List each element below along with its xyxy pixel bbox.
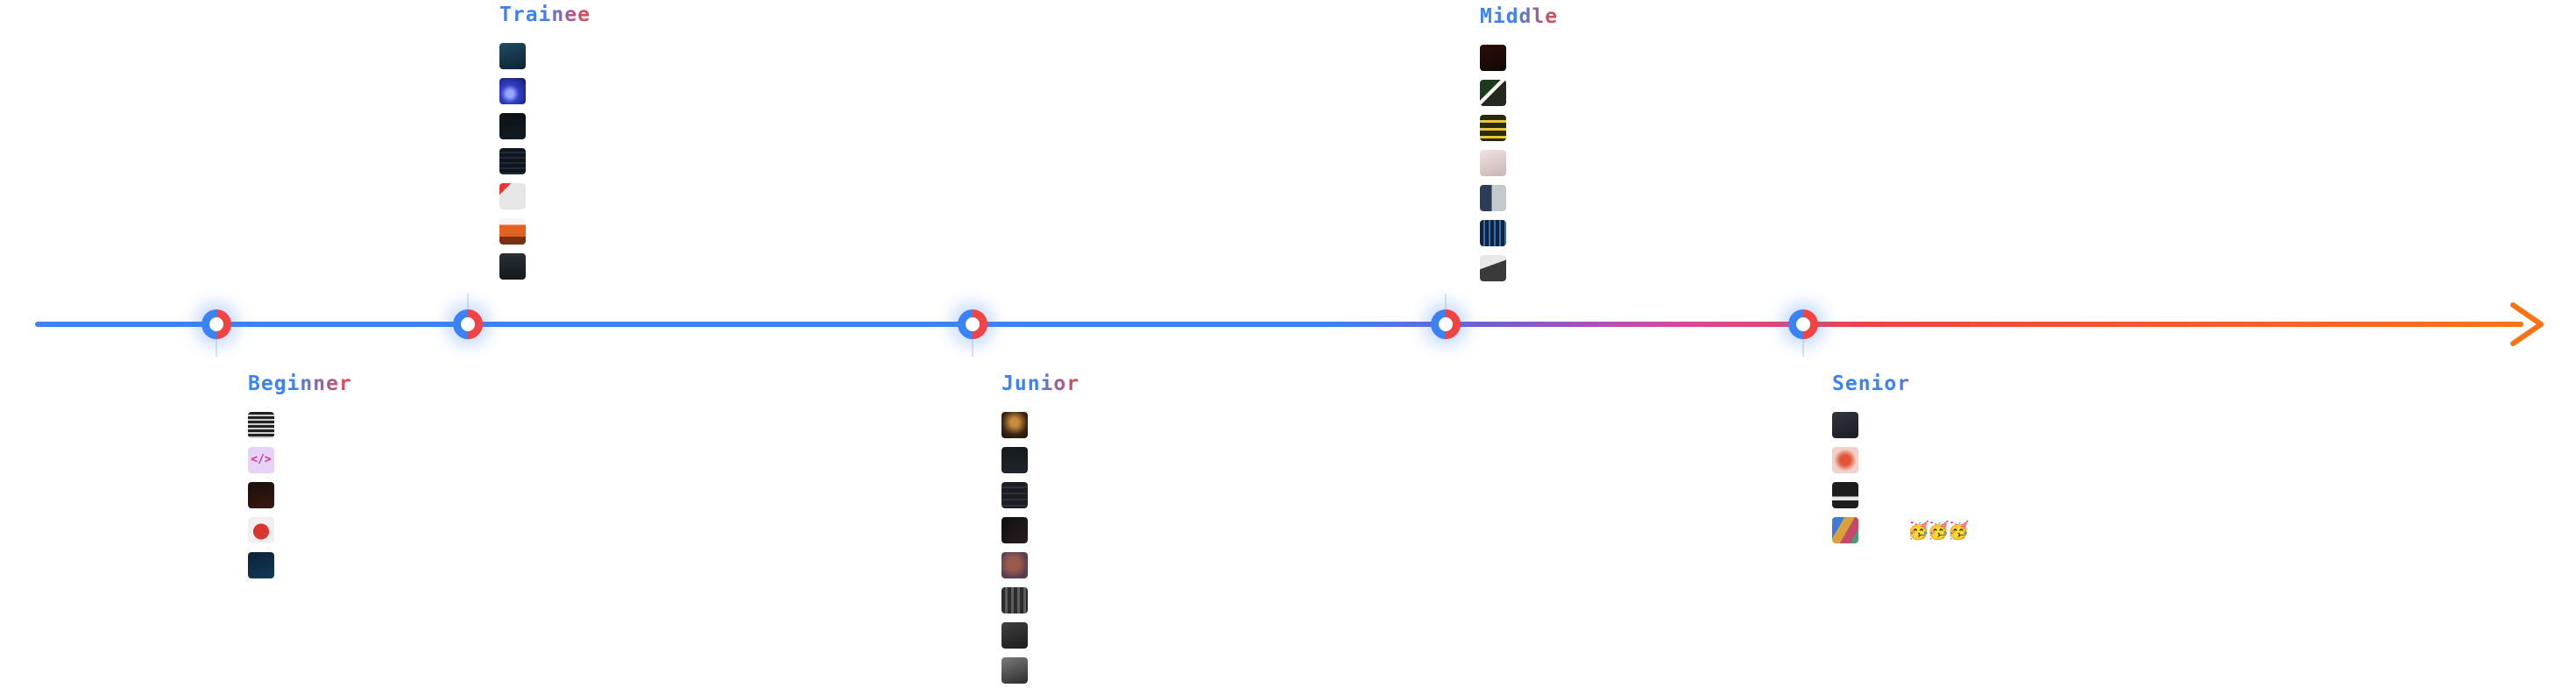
gray-hand-image-icon[interactable] (1001, 657, 1028, 684)
stage-items-middle (1480, 40, 1558, 286)
list-item (499, 249, 591, 284)
red-logo-image-icon[interactable] (499, 183, 526, 209)
list-item (1832, 478, 1968, 513)
milestone-middle (1431, 309, 1461, 339)
dark-code-image-icon[interactable] (248, 482, 274, 508)
dark-desk-image-icon[interactable] (499, 253, 526, 280)
green-board-image-icon[interactable] (1480, 80, 1506, 106)
blue-light-image-icon[interactable] (499, 78, 526, 104)
milestone-trainee (453, 309, 483, 339)
milestone-senior (1788, 309, 1818, 339)
html-tag-icon[interactable]: </> (248, 447, 274, 473)
list-item (1480, 110, 1558, 145)
server-rack-image-icon[interactable] (248, 412, 274, 438)
list-item (1480, 216, 1558, 251)
list-item (1001, 653, 1079, 688)
stage-items-junior (1001, 408, 1079, 688)
stage-title-junior: Junior (1001, 369, 1079, 399)
connector-junior (972, 337, 973, 357)
list-item (499, 214, 591, 249)
connector-beginner (216, 337, 217, 357)
stage-senior: Senior 🥳🥳🥳 (1832, 369, 1970, 548)
stage-title-middle: Middle (1480, 2, 1558, 32)
party-emoji-note: 🥳🥳🥳 (1907, 520, 1970, 541)
list-item (499, 179, 591, 214)
code-screen-image-icon[interactable] (499, 148, 526, 174)
list-item (1480, 181, 1558, 216)
gray-machine-image-icon[interactable] (1001, 622, 1028, 649)
list-item (1480, 251, 1558, 286)
stage-junior: Junior (1001, 369, 1079, 688)
dark-laptop-image-icon[interactable] (1832, 412, 1858, 438)
list-item (248, 548, 352, 583)
list-item (1001, 478, 1079, 513)
list-item (1001, 408, 1079, 443)
lamp-image-icon[interactable] (1001, 412, 1028, 438)
dark-red-image-icon[interactable] (1480, 45, 1506, 71)
blue-data-image-icon[interactable] (1480, 220, 1506, 246)
list-item: </> (248, 443, 352, 478)
ruby-gem-image-icon[interactable] (248, 517, 274, 543)
list-item (248, 408, 352, 443)
list-item (499, 39, 591, 74)
list-item (1480, 75, 1558, 110)
timeline-line (35, 322, 2523, 327)
dark-screen-image-icon[interactable] (499, 113, 526, 139)
list-item (1001, 443, 1079, 478)
list-item (1001, 513, 1079, 548)
list-item (1480, 145, 1558, 181)
list-item (1001, 548, 1079, 583)
colorful-art-image-icon[interactable] (1832, 517, 1858, 543)
white-object-image-icon[interactable] (1480, 255, 1506, 281)
list-item (499, 109, 591, 144)
laptop-orange-image-icon[interactable] (499, 218, 526, 245)
stage-beginner: Beginner </> (248, 369, 352, 583)
blue-panel-image-icon[interactable] (1480, 185, 1506, 211)
connector-trainee (467, 294, 469, 311)
stage-title-senior: Senior (1832, 369, 1968, 399)
list-item (248, 513, 352, 548)
blue-terminal-image-icon[interactable] (248, 552, 274, 578)
connector-senior (1802, 337, 1804, 357)
list-item (499, 144, 591, 179)
list-item (1001, 618, 1079, 653)
circuit-board-image-icon[interactable] (499, 43, 526, 69)
list-item (1832, 408, 1968, 443)
stage-title-trainee: Trainee (499, 0, 591, 30)
list-item (248, 478, 352, 513)
server-image-icon[interactable] (1001, 587, 1028, 614)
stage-title-beginner: Beginner (248, 369, 352, 399)
pink-abstract-image-icon[interactable] (1480, 150, 1506, 176)
list-item (499, 74, 591, 109)
milestone-junior (958, 309, 987, 339)
stage-items-senior: 🥳🥳🥳 (1832, 408, 1970, 548)
list-item (1832, 443, 1968, 478)
stage-items-trainee (499, 39, 591, 284)
connector-middle (1445, 294, 1447, 311)
code-lines-image-icon[interactable] (1001, 482, 1028, 508)
stage-middle: Middle (1480, 2, 1558, 286)
yellow-stripes-image-icon[interactable] (1480, 115, 1506, 141)
white-logo-image-icon[interactable] (1832, 482, 1858, 508)
milestone-beginner (202, 309, 231, 339)
red-pattern-image-icon[interactable] (1832, 447, 1858, 473)
terminal-image-icon[interactable] (1001, 517, 1028, 543)
colorful-pattern-image-icon[interactable] (1001, 552, 1028, 578)
dark-screen-image-icon[interactable] (1001, 447, 1028, 473)
stage-items-beginner: </> (248, 408, 352, 583)
list-item: 🥳🥳🥳 (1832, 513, 1970, 548)
list-item (1001, 583, 1079, 618)
stage-trainee: Trainee (499, 0, 591, 284)
arrow-head-icon (2510, 302, 2544, 346)
list-item (1480, 40, 1558, 75)
